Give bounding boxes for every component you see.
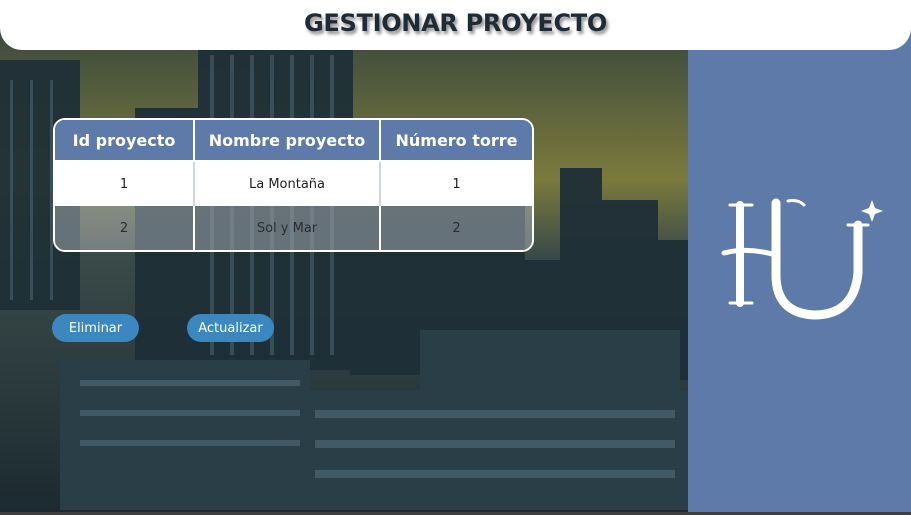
table-row[interactable]: 2 Sol y Mar 2 bbox=[55, 206, 532, 250]
update-button[interactable]: Actualizar bbox=[187, 314, 274, 342]
delete-button[interactable]: Eliminar bbox=[52, 314, 139, 342]
column-header-id[interactable]: Id proyecto bbox=[55, 120, 195, 162]
city-background bbox=[0, 0, 688, 512]
projects-table: Id proyecto Nombre proyecto Número torre… bbox=[53, 118, 534, 252]
cell-tower: 1 bbox=[381, 162, 532, 206]
cell-id: 2 bbox=[55, 206, 195, 250]
cell-tower: 2 bbox=[381, 206, 532, 250]
column-header-tower[interactable]: Número torre bbox=[381, 120, 532, 162]
column-header-name[interactable]: Nombre proyecto bbox=[195, 120, 381, 162]
skyline-illustration bbox=[0, 0, 688, 512]
cell-name: Sol y Mar bbox=[195, 206, 381, 250]
table-row[interactable]: 1 La Montaña 1 bbox=[55, 162, 532, 206]
hu-monogram-logo bbox=[718, 195, 893, 329]
table-header-row: Id proyecto Nombre proyecto Número torre bbox=[55, 120, 532, 162]
cell-name: La Montaña bbox=[195, 162, 381, 206]
page-title: GESTIONAR PROYECTO bbox=[304, 9, 607, 37]
cell-id: 1 bbox=[55, 162, 195, 206]
page-header: GESTIONAR PROYECTO bbox=[0, 0, 911, 50]
